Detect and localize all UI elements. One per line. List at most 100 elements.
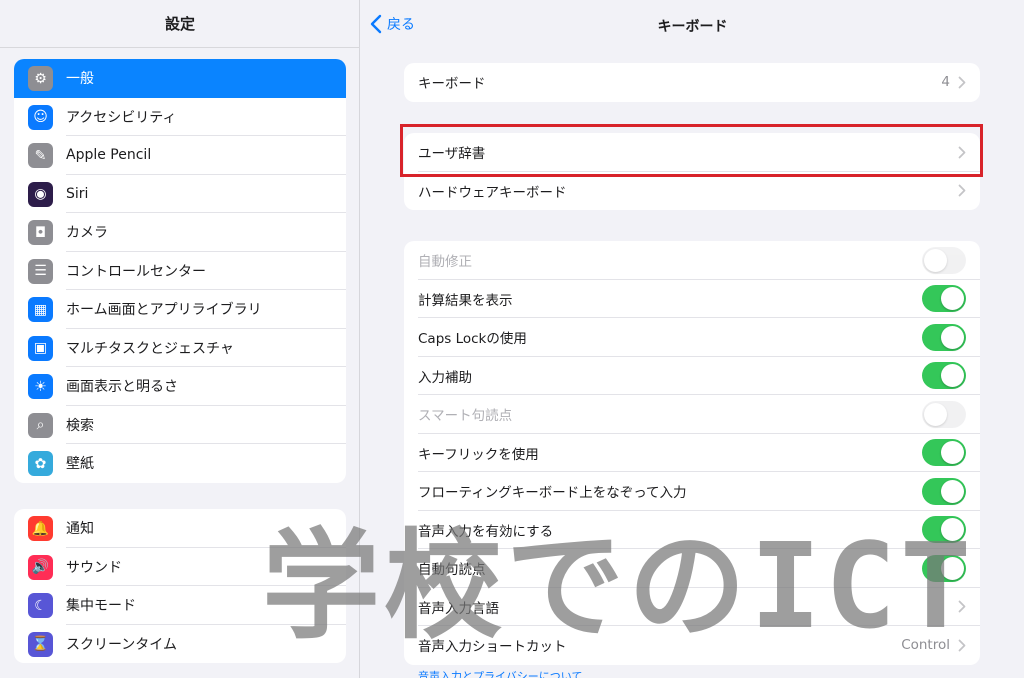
row-label: 入力補助 [418, 369, 472, 386]
gear-icon: ⚙ [28, 66, 53, 91]
sidebar-item-label: 画面表示と明るさ [66, 379, 178, 396]
bell-icon: 🔔 [28, 516, 53, 541]
toggle-row: 計算結果を表示 [404, 280, 980, 319]
sun-icon: ☀ [28, 374, 53, 399]
home-screen-icon: ▦ [28, 297, 53, 322]
toggle-row: 入力補助 [404, 357, 980, 396]
sidebar-item-label: 壁紙 [66, 456, 94, 473]
toggle-row: フローティングキーボード上をなぞって入力 [404, 472, 980, 511]
toggle-row: キーフリックを使用 [404, 434, 980, 473]
row-label: 音声入力ショートカット [418, 639, 567, 656]
toggle-knob [941, 479, 964, 503]
toggle-knob [941, 556, 964, 580]
sidebar-group-general: ⚙ 一般 ☺ アクセシビリティ ✎ Apple Pencil ◉ Siri ◘ カメラ ☰ コントロー… [14, 59, 346, 483]
accessibility-icon: ☺ [28, 104, 53, 130]
row-label: 自動修正 [418, 254, 472, 271]
row-label: ハードウェアキーボード [418, 184, 567, 201]
toggle-switch[interactable] [922, 439, 966, 467]
voice-row[interactable]: 音声入力言語 [404, 588, 980, 627]
toggle-row: 音声入力を有効にする [404, 511, 980, 550]
row-label: 音声入力言語 [418, 600, 499, 617]
row-label: ユーザ辞書 [418, 146, 486, 163]
toggle-knob [924, 248, 947, 272]
sidebar-item[interactable]: ☰ コントロールセンター [14, 252, 346, 291]
hardware-keyboard-row[interactable]: ハードウェアキーボード [404, 172, 980, 211]
toggle-switch[interactable] [922, 554, 966, 582]
sidebar-item[interactable]: 🔔 通知 [14, 509, 346, 548]
sidebar-item-label: マルチタスクとジェスチャ [66, 340, 234, 357]
nav-bar: 戻る キーボード [361, 0, 1024, 52]
sidebar-item[interactable]: ⌛ スクリーンタイム [14, 625, 346, 664]
sidebar-item-label: アクセシビリティ [66, 109, 177, 126]
user-dictionary-row[interactable]: ユーザ辞書 [404, 133, 980, 172]
sidebar-item[interactable]: ◉ Siri [14, 175, 346, 214]
row-label: 自動句読点 [418, 562, 486, 579]
chevron-right-icon [958, 600, 966, 613]
sidebar-item[interactable]: ▦ ホーム画面とアプリライブラリ [14, 290, 346, 329]
toggle-knob [941, 325, 964, 349]
hourglass-icon: ⌛ [28, 631, 53, 657]
sidebar-item-label: ホーム画面とアプリライブラリ [66, 302, 262, 319]
sidebar-header: 設定 [0, 0, 360, 48]
page-title: キーボード [657, 19, 728, 35]
multitask-icon: ▣ [28, 335, 53, 361]
toggle-knob [941, 518, 964, 542]
toggle-switch[interactable] [922, 362, 966, 390]
sidebar-item-label: 通知 [66, 521, 94, 538]
row-label: フローティングキーボード上をなぞって入力 [418, 485, 687, 502]
keyboard-options-group: 自動修正計算結果を表示 Caps Lockの使用 入力補助スマート句読点キーフリック… [404, 241, 980, 665]
voice-row[interactable]: 音声入力ショートカット Control [404, 626, 980, 665]
sidebar-item-label: スクリーンタイム [66, 636, 178, 653]
sidebar-item-label: カメラ [66, 225, 108, 242]
toggle-knob [941, 441, 964, 465]
toggle-knob [941, 364, 964, 388]
keyboards-label: キーボード [418, 76, 486, 93]
sidebar-item[interactable]: ☀ 画面表示と明るさ [14, 367, 346, 406]
toggles-icon: ☰ [28, 258, 53, 284]
moon-icon: ☾ [28, 593, 53, 618]
sidebar-item[interactable]: ◘ カメラ [14, 213, 346, 252]
sidebar-item[interactable]: ✎ Apple Pencil [14, 136, 346, 175]
sidebar-item-label: Apple Pencil [66, 147, 152, 164]
row-label: 計算結果を表示 [418, 292, 513, 309]
sidebar-item[interactable]: ☺ アクセシビリティ [14, 98, 346, 137]
toggle-knob [924, 402, 947, 426]
row-label: 音声入力を有効にする [418, 523, 554, 540]
sidebar-item-label: 一般 [66, 71, 94, 88]
toggle-row: Caps Lockの使用 [404, 318, 980, 357]
toggle-row: スマート句読点 [404, 395, 980, 434]
sidebar-item[interactable]: ▣ マルチタスクとジェスチャ [14, 329, 346, 368]
chevron-right-icon [958, 639, 966, 652]
sidebar-title: 設定 [164, 15, 195, 33]
row-label: キーフリックを使用 [418, 446, 539, 463]
toggle-switch[interactable] [922, 477, 966, 505]
sidebar: 設定 ⚙ 一般 ☺ アクセシビリティ ✎ Apple Pencil ◉ Siri ◘ カメラ ☰ コン… [0, 0, 360, 678]
sidebar-item[interactable]: ✿ 壁紙 [14, 444, 346, 483]
row-label: Caps Lockの使用 [418, 331, 527, 348]
chevron-right-icon [958, 146, 966, 159]
wallpaper-icon: ✿ [28, 451, 53, 476]
speaker-icon: 🔊 [28, 554, 53, 580]
toggle-row: 自動修正 [404, 241, 980, 280]
row-label: スマート句読点 [418, 408, 513, 425]
main-pane: 戻る キーボード キーボード 4 ユーザ辞書ハードウェアキーボード 自動修正計算… [361, 0, 1024, 678]
sidebar-item[interactable]: ⚙ 一般 [14, 59, 346, 98]
search-icon: ⌕ [28, 412, 53, 438]
sidebar-item[interactable]: ☾ 集中モード [14, 586, 346, 625]
voice-privacy-link[interactable]: 音声入力とプライバシーについて [418, 668, 582, 678]
toggle-switch[interactable] [922, 516, 966, 544]
row-value: Control [901, 637, 950, 654]
toggle-switch[interactable] [922, 285, 966, 313]
keyboards-count: 4 [941, 74, 950, 91]
camera-icon: ◘ [28, 220, 53, 245]
pencil-icon: ✎ [28, 143, 53, 168]
keyboards-group: キーボード 4 [404, 63, 980, 102]
sidebar-item[interactable]: 🔊 サウンド [14, 548, 346, 587]
keyboards-row[interactable]: キーボード 4 [404, 63, 980, 102]
sidebar-group-notifications: 🔔 通知 🔊 サウンド ☾ 集中モード ⌛ スクリーンタイム [14, 509, 346, 663]
toggle-switch[interactable] [922, 323, 966, 351]
sidebar-item-label: サウンド [66, 559, 122, 576]
sidebar-item[interactable]: ⌕ 検索 [14, 406, 346, 445]
sidebar-item-label: 集中モード [66, 598, 136, 615]
toggle-row: 自動句読点 [404, 549, 980, 588]
